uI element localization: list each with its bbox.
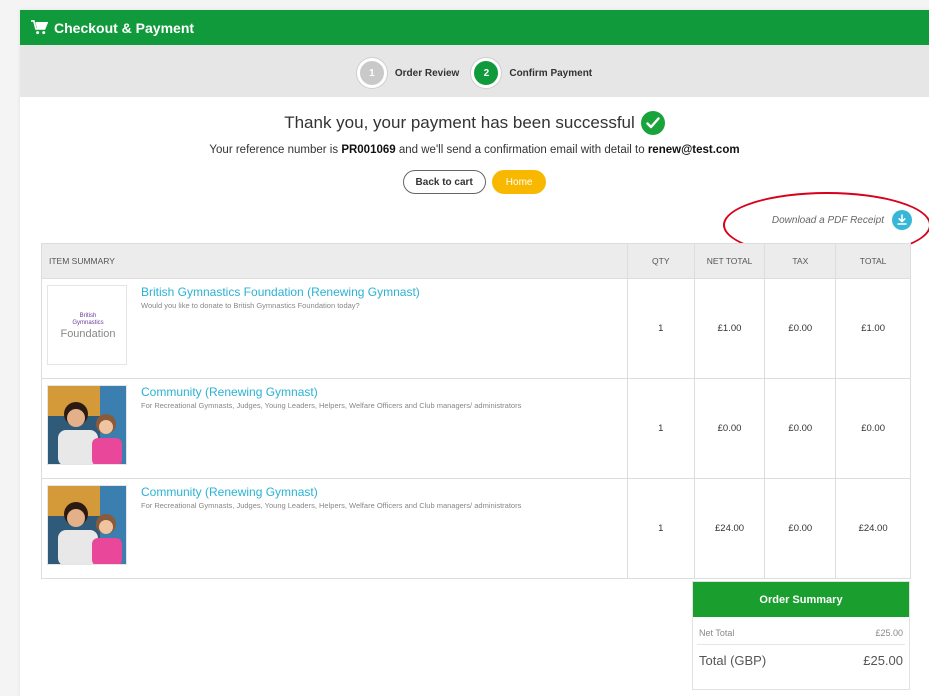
confirmation-email: renew@test.com bbox=[647, 144, 740, 156]
header-tax: TAX bbox=[764, 243, 837, 279]
page-title: Checkout & Payment bbox=[54, 19, 195, 36]
grand-total-row: Total (GBP) £25.00 bbox=[693, 653, 909, 668]
header-qty: QTY bbox=[626, 243, 695, 279]
qty-cell: 1 bbox=[626, 278, 695, 379]
net-total-cell: £1.00 bbox=[693, 278, 766, 379]
step-number: 2 bbox=[471, 58, 502, 88]
step-label: Order Review bbox=[394, 67, 460, 79]
table-row: Community (Renewing Gymnast) For Recreat… bbox=[41, 378, 911, 479]
reference-line: Your reference number is PR001069 and we… bbox=[20, 144, 929, 156]
tax-cell: £0.00 bbox=[764, 478, 837, 579]
total-cell: £24.00 bbox=[835, 478, 911, 579]
net-total-cell: £0.00 bbox=[693, 378, 766, 479]
table-row: Community (Renewing Gymnast) For Recreat… bbox=[41, 478, 911, 579]
table-row: British Gymnastics Foundation British Gy… bbox=[41, 278, 911, 379]
total-cell: £1.00 bbox=[835, 278, 911, 379]
checkout-steps: 1 Order Review 2 Confirm Payment bbox=[20, 45, 929, 97]
item-title[interactable]: Community (Renewing Gymnast) bbox=[141, 485, 601, 499]
home-button[interactable]: Home bbox=[491, 170, 547, 194]
pdf-receipt-link[interactable]: Download a PDF Receipt bbox=[772, 215, 884, 226]
item-cell: Community (Renewing Gymnast) For Recreat… bbox=[41, 478, 628, 579]
item-description: Would you like to donate to British Gymn… bbox=[141, 301, 360, 310]
thumb-text-bottom: Foundation bbox=[60, 328, 115, 340]
item-title[interactable]: British Gymnastics Foundation (Renewing … bbox=[141, 285, 601, 299]
ref-prefix: Your reference number is bbox=[209, 144, 339, 156]
community-photo-thumbnail bbox=[47, 485, 127, 565]
reference-number: PR001069 bbox=[341, 144, 396, 156]
qty-cell: 1 bbox=[626, 378, 695, 479]
item-cell: British Gymnastics Foundation British Gy… bbox=[41, 278, 628, 379]
table-header-row: ITEM SUMMARY QTY NET TOTAL TAX TOTAL bbox=[41, 243, 911, 279]
thumb-text-mid: Gymnastics bbox=[72, 320, 103, 326]
item-cell: Community (Renewing Gymnast) For Recreat… bbox=[41, 378, 628, 479]
net-total-cell: £24.00 bbox=[693, 478, 766, 579]
total-cell: £0.00 bbox=[835, 378, 911, 479]
order-summary-box: Order Summary Net Total £25.00 Total (GB… bbox=[692, 581, 910, 690]
step-number: 1 bbox=[356, 58, 387, 88]
tax-cell: £0.00 bbox=[764, 378, 837, 479]
success-message: Thank you, your payment has been success… bbox=[20, 111, 929, 135]
item-title[interactable]: Community (Renewing Gymnast) bbox=[141, 385, 601, 399]
action-buttons: Back to cart Home bbox=[20, 170, 929, 194]
header-item-summary: ITEM SUMMARY bbox=[41, 243, 628, 279]
step-label: Confirm Payment bbox=[509, 67, 593, 79]
net-total-value: £25.00 bbox=[875, 628, 903, 638]
net-total-row: Net Total £25.00 bbox=[693, 628, 909, 638]
foundation-logo-thumbnail: British Gymnastics Foundation bbox=[47, 285, 127, 365]
community-photo-thumbnail bbox=[47, 385, 127, 465]
checkout-header: Checkout & Payment bbox=[20, 10, 929, 45]
item-description: For Recreational Gymnasts, Judges, Young… bbox=[141, 501, 522, 510]
step-order-review[interactable]: 1 Order Review bbox=[356, 58, 460, 88]
pdf-receipt[interactable]: Download a PDF Receipt bbox=[772, 210, 912, 230]
total-value: £25.00 bbox=[863, 653, 903, 668]
download-icon[interactable] bbox=[892, 210, 912, 230]
item-summary-table: ITEM SUMMARY QTY NET TOTAL TAX TOTAL Bri… bbox=[41, 243, 911, 579]
ref-mid: and we'll send a confirmation email with… bbox=[398, 144, 645, 156]
back-to-cart-button[interactable]: Back to cart bbox=[402, 170, 486, 194]
order-summary-title: Order Summary bbox=[693, 582, 909, 617]
thumb-text-top: British bbox=[80, 313, 97, 319]
total-label: Total (GBP) bbox=[699, 653, 767, 668]
step-confirm-payment[interactable]: 2 Confirm Payment bbox=[471, 58, 592, 88]
header-total: TOTAL bbox=[835, 243, 911, 279]
item-description: For Recreational Gymnasts, Judges, Young… bbox=[141, 401, 522, 410]
net-total-label: Net Total bbox=[699, 628, 735, 638]
success-text: Thank you, your payment has been success… bbox=[284, 113, 635, 132]
header-net-total: NET TOTAL bbox=[693, 243, 766, 279]
tax-cell: £0.00 bbox=[764, 278, 837, 379]
checkmark-icon bbox=[640, 111, 665, 135]
shopping-cart-icon bbox=[31, 20, 48, 35]
qty-cell: 1 bbox=[626, 478, 695, 579]
checkout-panel: Checkout & Payment 1 Order Review 2 Conf… bbox=[20, 10, 929, 696]
summary-divider bbox=[697, 644, 905, 645]
